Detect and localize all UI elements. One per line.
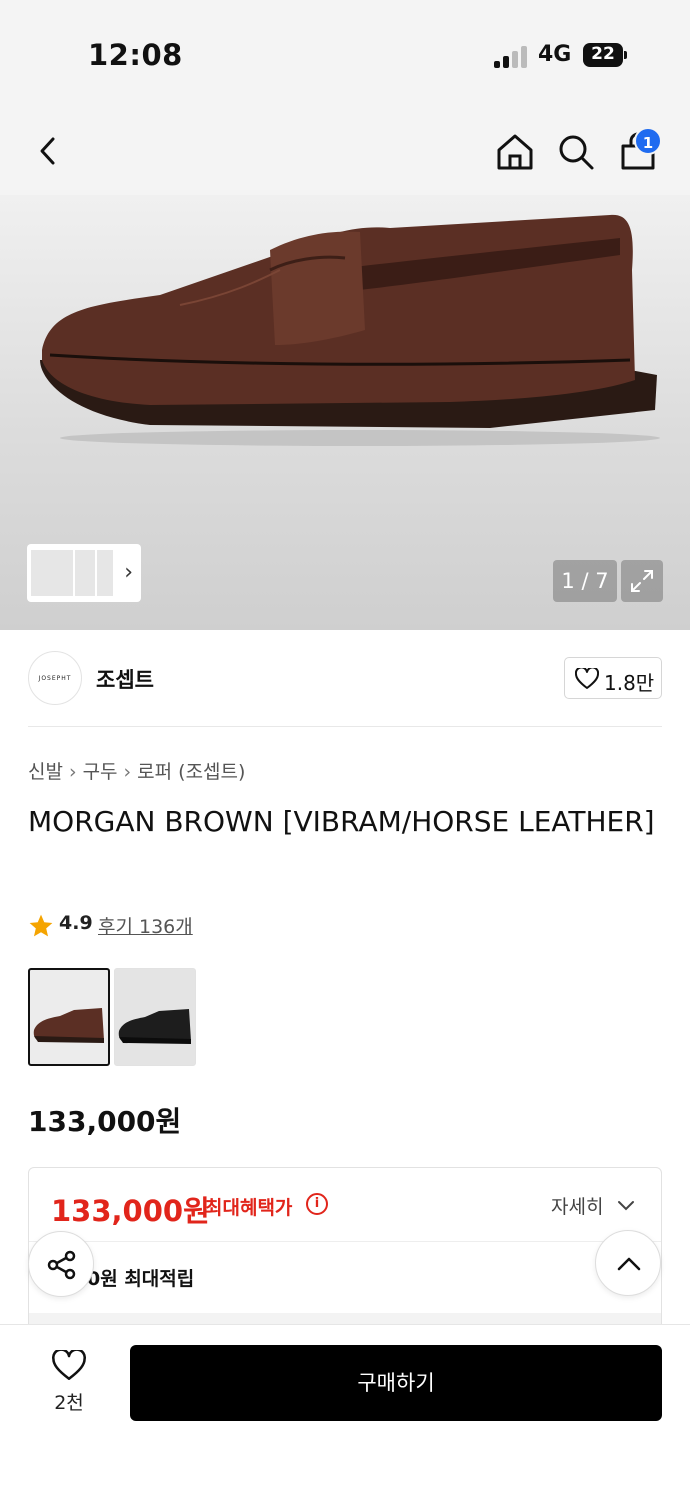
info-icon[interactable]: i bbox=[306, 1193, 328, 1215]
breadcrumb-item-dress-shoes[interactable]: 구두 bbox=[83, 761, 118, 783]
brand-like-button[interactable]: 1.8만 bbox=[564, 657, 662, 699]
battery-icon: 22 bbox=[583, 43, 627, 67]
chevron-right-icon: › bbox=[124, 560, 133, 585]
status-time: 12:08 bbox=[88, 38, 183, 72]
signal-icon bbox=[494, 46, 528, 68]
image-counter: 1 / 7 bbox=[553, 560, 617, 602]
product-title: MORGAN BROWN [VIBRAM/HORSE LEATHER] bbox=[28, 805, 655, 838]
scroll-top-button[interactable] bbox=[595, 1230, 661, 1296]
wishlist-button[interactable]: 2천 bbox=[38, 1346, 100, 1416]
benefit-detail-toggle[interactable]: 자세히 bbox=[551, 1192, 636, 1219]
review-count-link[interactable]: 후기 136개 bbox=[98, 912, 193, 939]
brand-name[interactable]: 조셉트 bbox=[96, 664, 154, 694]
color-option-brown[interactable] bbox=[28, 968, 110, 1066]
share-button[interactable] bbox=[28, 1231, 94, 1297]
battery-level: 22 bbox=[591, 44, 615, 64]
max-benefit-card: 133,000원 최대혜택가 i 자세히 0원 최대적립 bbox=[28, 1167, 662, 1338]
brand-logo[interactable]: JOSEPHT bbox=[28, 651, 82, 705]
cart-count-badge: 1 bbox=[634, 127, 662, 155]
search-button[interactable] bbox=[554, 130, 598, 174]
loafer-shoe-image bbox=[40, 214, 660, 446]
chevron-up-icon bbox=[617, 1257, 641, 1271]
black-loafer-thumbnail bbox=[118, 1009, 191, 1044]
search-icon bbox=[559, 135, 594, 170]
share-icon bbox=[47, 1250, 76, 1280]
breadcrumb-item-shoes[interactable]: 신발 bbox=[28, 761, 63, 783]
chevron-right-icon: › bbox=[123, 761, 132, 783]
heart-icon bbox=[52, 1350, 86, 1381]
max-benefit-price: 133,000원 bbox=[51, 1194, 210, 1228]
card-divider bbox=[29, 1241, 661, 1242]
network-type: 4G bbox=[538, 42, 572, 67]
star-icon bbox=[29, 914, 53, 937]
product-price: 133,000원 bbox=[28, 1105, 182, 1138]
chevron-right-icon: › bbox=[68, 761, 77, 783]
thumbnail-1[interactable] bbox=[31, 550, 73, 596]
status-bar: 12:08 4G 22 bbox=[0, 0, 690, 110]
brown-loafer-thumbnail bbox=[33, 1008, 104, 1043]
wishlist-count: 2천 bbox=[54, 1392, 84, 1414]
expand-image-button[interactable] bbox=[621, 560, 663, 602]
section-divider bbox=[28, 726, 662, 727]
gallery-thumbnail-strip[interactable]: › bbox=[27, 544, 141, 602]
back-button[interactable] bbox=[26, 129, 70, 173]
brand-logo-text: JOSEPHT bbox=[38, 675, 72, 682]
thumbnail-2[interactable] bbox=[75, 550, 95, 596]
chevron-down-icon bbox=[617, 1201, 634, 1211]
breadcrumb-item-loafer[interactable]: 로퍼 (조셉트) bbox=[137, 761, 245, 783]
thumbnail-3[interactable] bbox=[97, 550, 113, 596]
home-button[interactable] bbox=[493, 130, 537, 174]
buy-button[interactable]: 구매하기 bbox=[130, 1345, 662, 1421]
expand-icon bbox=[631, 570, 653, 592]
max-points-text: 0원 최대적립 bbox=[87, 1268, 195, 1290]
heart-icon bbox=[575, 668, 599, 689]
chevron-left-icon bbox=[40, 137, 55, 165]
rating-score: 4.9 bbox=[59, 912, 93, 934]
benefit-detail-label: 자세히 bbox=[551, 1196, 604, 1218]
breadcrumb: 신발 › 구두 › 로퍼 (조셉트) bbox=[28, 757, 245, 784]
home-icon bbox=[497, 134, 533, 170]
brand-like-count: 1.8만 bbox=[604, 671, 655, 695]
color-option-black[interactable] bbox=[114, 968, 196, 1066]
max-benefit-label: 최대혜택가 bbox=[205, 1197, 293, 1219]
